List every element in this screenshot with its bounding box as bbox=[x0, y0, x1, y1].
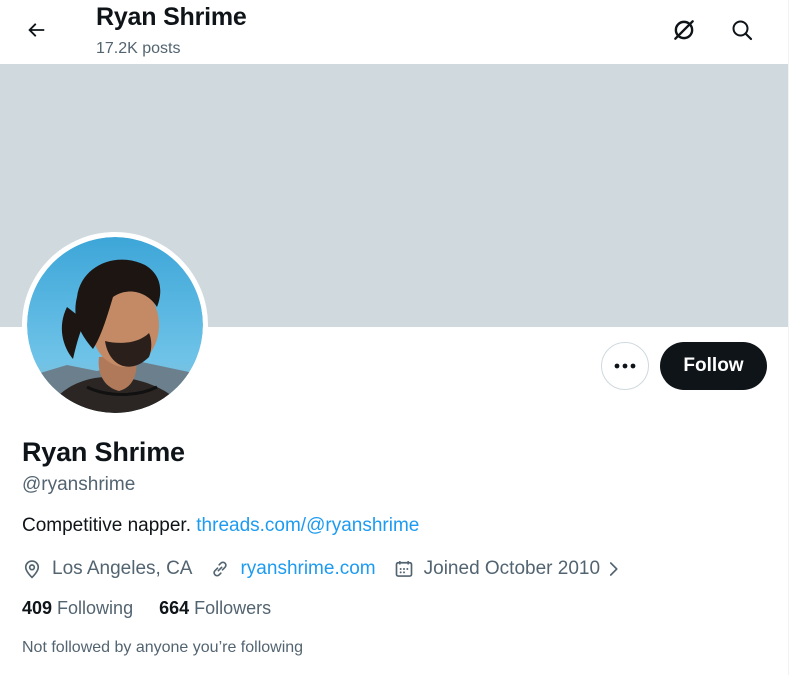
link-icon bbox=[210, 558, 232, 580]
bio-link[interactable]: threads.com/@ryanshrime bbox=[196, 515, 419, 536]
website-link[interactable]: ryanshrime.com bbox=[240, 558, 375, 580]
following-label: Following bbox=[57, 598, 134, 618]
location-text: Los Angeles, CA bbox=[52, 558, 193, 579]
follow-button[interactable]: Follow bbox=[660, 342, 767, 390]
header-posts-count: 17.2K posts bbox=[96, 40, 181, 57]
website-item: ryanshrime.com bbox=[210, 558, 376, 580]
location-item: Los Angeles, CA bbox=[22, 558, 192, 580]
search-button[interactable] bbox=[722, 10, 762, 50]
grok-button[interactable] bbox=[664, 10, 704, 50]
following-count: 409 bbox=[22, 598, 53, 618]
avatar[interactable] bbox=[22, 232, 208, 418]
profile-bio: Competitive napper. threads.com/@ryanshr… bbox=[22, 515, 419, 537]
calendar-icon bbox=[394, 558, 416, 580]
profile-display-name: Ryan Shrime bbox=[22, 437, 185, 467]
profile-handle: @ryanshrime bbox=[22, 474, 136, 495]
more-dots-icon bbox=[614, 363, 636, 369]
top-bar: Ryan Shrime 17.2K posts bbox=[0, 0, 788, 64]
back-button[interactable] bbox=[16, 10, 56, 50]
search-icon bbox=[732, 20, 753, 41]
avatar-photo bbox=[27, 237, 203, 413]
profile-page: Ryan Shrime 17.2K posts Follow Ryan Shri… bbox=[0, 0, 800, 675]
followers-count: 664 bbox=[159, 598, 190, 618]
follow-counts: 409 Following 664 Followers bbox=[22, 598, 297, 619]
scroll-edge bbox=[788, 0, 800, 675]
joined-text: Joined October 2010 bbox=[423, 558, 601, 579]
more-options-button[interactable] bbox=[601, 342, 649, 390]
joined-item[interactable]: Joined October 2010 bbox=[394, 558, 626, 580]
location-pin-icon bbox=[22, 558, 44, 580]
followers-link[interactable]: 664 Followers bbox=[159, 598, 271, 619]
followers-label: Followers bbox=[194, 598, 272, 618]
arrow-left-icon bbox=[28, 23, 45, 37]
profile-meta: Los Angeles, CA ryanshrime.com Joined Oc… bbox=[22, 556, 630, 582]
followed-by-note: Not followed by anyone you’re following bbox=[22, 639, 304, 656]
chevron-right-icon bbox=[604, 558, 626, 580]
grok-icon bbox=[674, 20, 694, 40]
header-title: Ryan Shrime bbox=[96, 3, 247, 31]
bio-text: Competitive napper. bbox=[22, 515, 197, 536]
following-link[interactable]: 409 Following bbox=[22, 598, 133, 619]
